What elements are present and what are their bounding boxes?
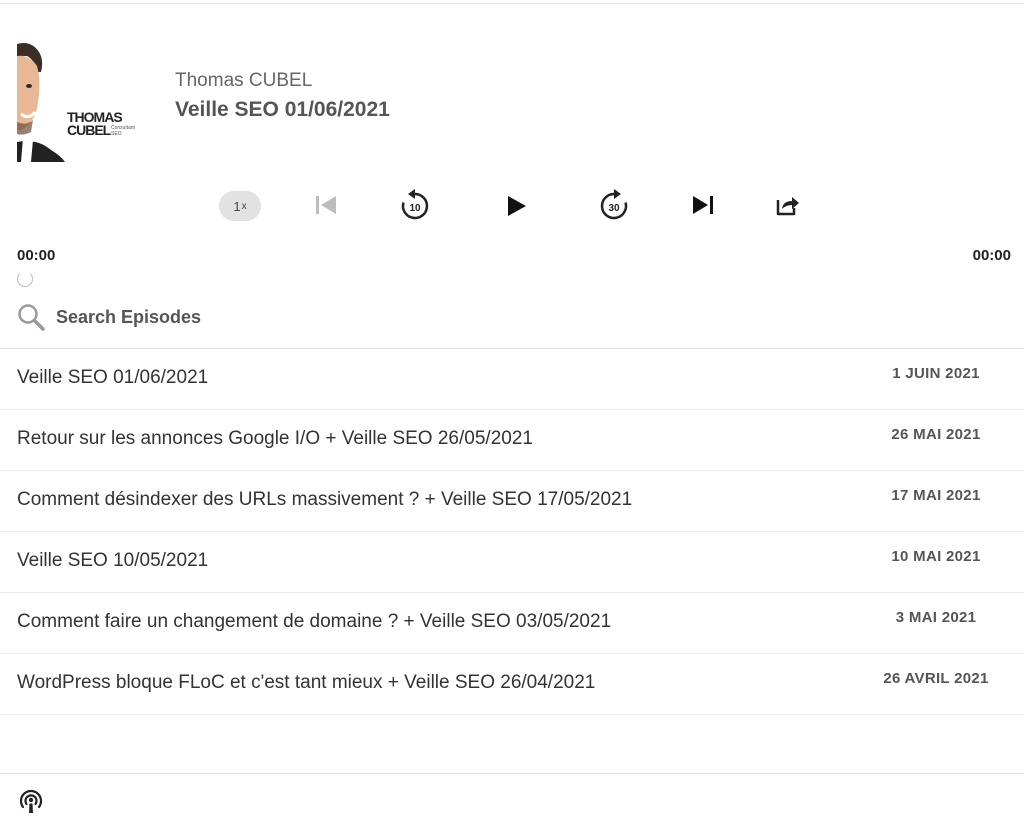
episode-title: Comment désindexer des URLs massivement … bbox=[17, 489, 633, 510]
episode-row[interactable]: Retour sur les annonces Google I/O + Vei… bbox=[0, 410, 1024, 471]
episode-row[interactable]: Veille SEO 10/05/2021 10 MAI 2021 bbox=[0, 532, 1024, 593]
share-button[interactable] bbox=[772, 190, 804, 220]
rewind-10-icon: 10 bbox=[401, 189, 429, 220]
episode-title: Veille SEO 01/06/2021 bbox=[17, 367, 209, 388]
next-episode-button[interactable] bbox=[688, 190, 718, 220]
episode-date: 3 MAI 2021 bbox=[895, 609, 977, 626]
episode-date: 1 JUIN 2021 bbox=[892, 365, 980, 382]
playback-speed-value: 1 bbox=[233, 198, 241, 214]
rewind-seconds-label: 10 bbox=[409, 203, 421, 214]
episode-title: Retour sur les annonces Google I/O + Vei… bbox=[17, 428, 533, 449]
current-episode-title: Veille SEO 01/06/2021 bbox=[175, 98, 390, 121]
footer-divider bbox=[0, 773, 1024, 774]
podcast-icon[interactable] bbox=[17, 787, 45, 815]
episode-title: WordPress bloque FLoC et c'est tant mieu… bbox=[17, 672, 596, 693]
search-episodes-label: Search Episodes bbox=[56, 306, 202, 327]
play-button[interactable] bbox=[500, 190, 532, 222]
episode-row[interactable]: Comment désindexer des URLs massivement … bbox=[0, 471, 1024, 532]
forward-30-button[interactable]: 30 bbox=[597, 188, 631, 222]
artwork-logo-subtitle: Consultant SEO bbox=[111, 125, 135, 137]
episode-row[interactable]: WordPress bloque FLoC et c'est tant mieu… bbox=[0, 654, 1024, 715]
episode-title: Veille SEO 10/05/2021 bbox=[17, 550, 209, 571]
rewind-10-button[interactable]: 10 bbox=[398, 188, 432, 222]
forward-seconds-label: 30 bbox=[608, 203, 620, 214]
episode-row[interactable]: Comment faire un changement de domaine ?… bbox=[0, 593, 1024, 654]
playback-speed-button[interactable]: 1x bbox=[219, 191, 261, 221]
skip-forward-icon bbox=[693, 196, 713, 214]
episode-date: 10 MAI 2021 bbox=[891, 548, 981, 565]
top-divider bbox=[0, 3, 1024, 4]
episode-date: 26 MAI 2021 bbox=[891, 426, 981, 443]
current-time: 00:00 bbox=[17, 247, 56, 264]
share-icon bbox=[776, 197, 799, 216]
skip-back-icon bbox=[316, 196, 336, 214]
episode-date: 26 AVRIL 2021 bbox=[883, 670, 989, 687]
total-duration: 00:00 bbox=[972, 247, 1011, 264]
search-icon bbox=[18, 304, 45, 331]
playback-speed-unit: x bbox=[241, 200, 247, 212]
forward-30-icon: 30 bbox=[600, 189, 628, 220]
episode-row[interactable]: Veille SEO 01/06/2021 1 JUIN 2021 bbox=[0, 349, 1024, 410]
search-episodes[interactable]: Search Episodes bbox=[16, 302, 201, 332]
previous-episode-button[interactable] bbox=[311, 190, 341, 220]
play-icon bbox=[508, 196, 526, 216]
progress-scrubber-handle[interactable] bbox=[17, 271, 33, 287]
podcast-author: Thomas CUBEL bbox=[175, 70, 313, 91]
host-portrait bbox=[17, 38, 67, 162]
podcast-artwork: THOMAS CUBEL Consultant SEO bbox=[17, 38, 141, 162]
episode-date: 17 MAI 2021 bbox=[891, 487, 981, 504]
episode-title: Comment faire un changement de domaine ?… bbox=[17, 611, 612, 632]
episode-list: Veille SEO 01/06/2021 1 JUIN 2021 Retour… bbox=[0, 348, 1024, 715]
